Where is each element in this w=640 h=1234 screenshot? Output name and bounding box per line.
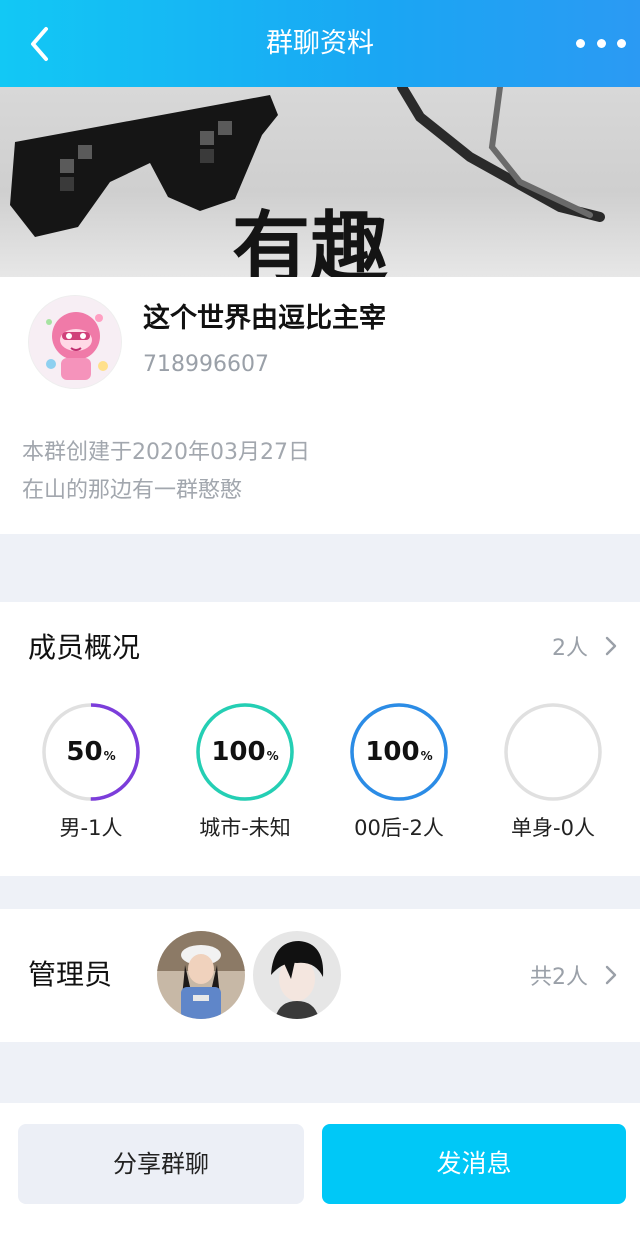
admin-photo-icon [253,931,341,1019]
stat-unit: % [420,749,433,763]
admins-section[interactable]: 管理员 共2人 [0,909,640,1042]
page-title: 群聊资料 [266,28,374,59]
admins-title: 管理员 [28,958,113,991]
admins-count: 共2人 [530,965,588,990]
stat-value: 50 [66,737,103,767]
members-overview-section[interactable]: 成员概况 2人 50% 男-1人 100% 城市-未知 100% 00后-2人 … [0,602,640,876]
stat-percent [503,736,603,772]
stat-percent: 100% [195,736,295,772]
more-dot [617,38,626,48]
stat-label: 单身-0人 [511,816,595,840]
members-title: 成员概况 [28,631,141,664]
group-avatar[interactable] [28,295,122,389]
chevron-right-icon [605,965,617,985]
group-description: 本群创建于2020年03月27日 在山的那边有一群憨憨 [22,434,310,510]
cover-text: 有趣 [232,204,388,277]
group-info-card: 这个世界由逗比主宰 718996607 本群创建于2020年03月27日 在山的… [0,277,640,534]
admin-avatar[interactable] [157,931,245,1019]
stat-city: 100% 城市-未知 [180,702,310,842]
created-date: 本群创建于2020年03月27日 [22,440,310,465]
more-button[interactable] [576,26,626,60]
admins-count-link[interactable]: 共2人 [530,959,622,991]
stat-unit: % [103,749,116,763]
stat-gender: 50% 男-1人 [26,702,156,842]
cartoon-avatar-icon [29,296,121,388]
more-dot [596,38,606,48]
stat-label: 男-1人 [59,816,123,840]
city-ring-chart: 100% [195,702,295,802]
group-name: 这个世界由逗比主宰 [143,303,386,334]
stat-percent: 50% [41,736,141,772]
send-message-button[interactable]: 发消息 [322,1124,626,1204]
members-count-link[interactable]: 2人 [552,630,622,662]
age-ring-chart: 100% [349,702,449,802]
stat-label: 00后-2人 [354,816,444,840]
members-count: 2人 [552,636,588,661]
stat-age: 100% 00后-2人 [334,702,464,842]
stat-label: 城市-未知 [199,816,291,840]
admin-photo-icon [157,931,245,1019]
group-id: 718996607 [143,352,269,377]
stat-value: 100 [365,737,420,767]
stat-unit: % [266,749,279,763]
sunglasses-meme-image: 有趣 [10,87,605,277]
stat-single: 单身-0人 [488,702,618,842]
gender-ring-chart: 50% [41,702,141,802]
admin-avatar[interactable] [253,931,341,1019]
stat-percent: 100% [349,736,449,772]
group-intro: 在山的那边有一群憨憨 [22,478,243,503]
share-group-button[interactable]: 分享群聊 [18,1124,304,1204]
chevron-right-icon [605,636,617,656]
more-dots-icon [576,38,585,48]
bottom-action-bar: 分享群聊 发消息 [0,1103,640,1234]
group-cover-image[interactable]: 有趣 [0,87,640,277]
top-bar: 群聊资料 [0,0,640,87]
stat-value: 100 [211,737,266,767]
single-ring-chart [503,702,603,802]
